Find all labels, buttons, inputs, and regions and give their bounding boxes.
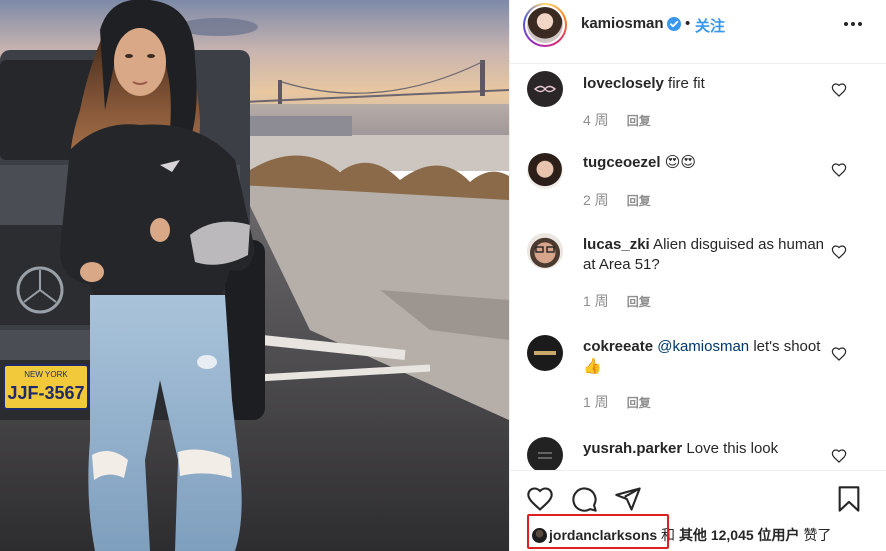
commenter-avatar[interactable] — [527, 233, 563, 269]
header-separator: • — [685, 15, 691, 32]
comment-time[interactable]: 4 周 — [583, 112, 609, 128]
reply-button[interactable]: 回复 — [627, 194, 651, 208]
liker-avatar — [532, 528, 547, 543]
commenter-avatar[interactable] — [527, 153, 563, 189]
likes-liked: 赞了 — [803, 527, 832, 543]
comment-meta: 2 周 回复 — [583, 190, 651, 210]
comment-time[interactable]: 1 周 — [583, 293, 609, 309]
post-actions-bar — [510, 470, 886, 522]
plate-number-text: JJF-3567 — [7, 383, 84, 403]
comment-mention[interactable]: @kamiosman — [657, 338, 749, 355]
comment-text: tugceoezel 😍😍 — [583, 154, 696, 171]
likes-count: 12,045 — [710, 527, 754, 543]
reply-button[interactable]: 回复 — [627, 396, 651, 410]
comment-meta: 1 周 回复 — [583, 392, 651, 412]
comment-meta: 1 周 回复 — [583, 291, 651, 311]
commenter-avatar[interactable] — [527, 71, 563, 107]
heart-icon[interactable] — [526, 485, 554, 513]
comment-username[interactable]: yusrah.parker — [583, 440, 682, 457]
follow-button[interactable]: 关注 — [695, 15, 725, 36]
comment-time[interactable]: 1 周 — [583, 394, 609, 410]
comment-meta: 4 周 回复 — [583, 110, 651, 130]
comment-text: cokreeate @kamiosman let's shoot 👍 — [583, 338, 821, 375]
likes-and: 和 — [661, 527, 676, 543]
reply-button[interactable]: 回复 — [627, 295, 651, 309]
heart-outline-small-icon[interactable] — [831, 82, 847, 98]
commenter-avatar[interactable] — [527, 437, 563, 470]
author-username[interactable]: kamiosman — [581, 15, 664, 32]
heart-outline-small-icon[interactable] — [831, 346, 847, 362]
comment-text: loveclosely fire fit — [583, 75, 705, 92]
share-icon[interactable] — [614, 485, 642, 513]
comment-time[interactable]: 2 周 — [583, 192, 609, 208]
post-side-panel: kamiosman • 关注 loveclosely fire fit 4 周回… — [509, 0, 886, 551]
heart-outline-small-icon[interactable] — [831, 162, 847, 178]
comment-text: yusrah.parker Love this look — [583, 440, 779, 457]
liker-username[interactable]: jordanclarksons — [549, 527, 657, 543]
likes-summary[interactable]: jordanclarksons 和 其他 12,045 位用户 赞了 — [532, 522, 831, 551]
verified-badge-icon — [667, 17, 681, 31]
author-avatar[interactable] — [523, 3, 567, 47]
post-header: kamiosman • 关注 — [510, 0, 886, 64]
comment-icon[interactable] — [570, 485, 598, 513]
likes-others[interactable]: 其他 12,045 位用户 — [679, 527, 800, 543]
comment-text: lucas_zki Alien disguised as human at Ar… — [583, 236, 824, 273]
reply-button[interactable]: 回复 — [627, 114, 651, 128]
heart-outline-small-icon[interactable] — [831, 244, 847, 260]
commenter-avatar[interactable] — [527, 335, 563, 371]
heart-outline-small-icon[interactable] — [831, 448, 847, 464]
more-options-icon[interactable] — [842, 14, 864, 34]
comment-username[interactable]: cokreeate — [583, 338, 653, 355]
comments-list[interactable]: loveclosely fire fit 4 周回复 tugceoezel 😍😍… — [510, 64, 886, 470]
comment-username[interactable]: lucas_zki — [583, 236, 650, 253]
plate-state-text: NEW YORK — [24, 370, 68, 379]
post-photo[interactable]: NEW YORK JJF-3567 — [0, 0, 509, 551]
bookmark-icon[interactable] — [835, 485, 863, 513]
comment-username[interactable]: tugceoezel — [583, 154, 661, 171]
comment-username[interactable]: loveclosely — [583, 75, 664, 92]
